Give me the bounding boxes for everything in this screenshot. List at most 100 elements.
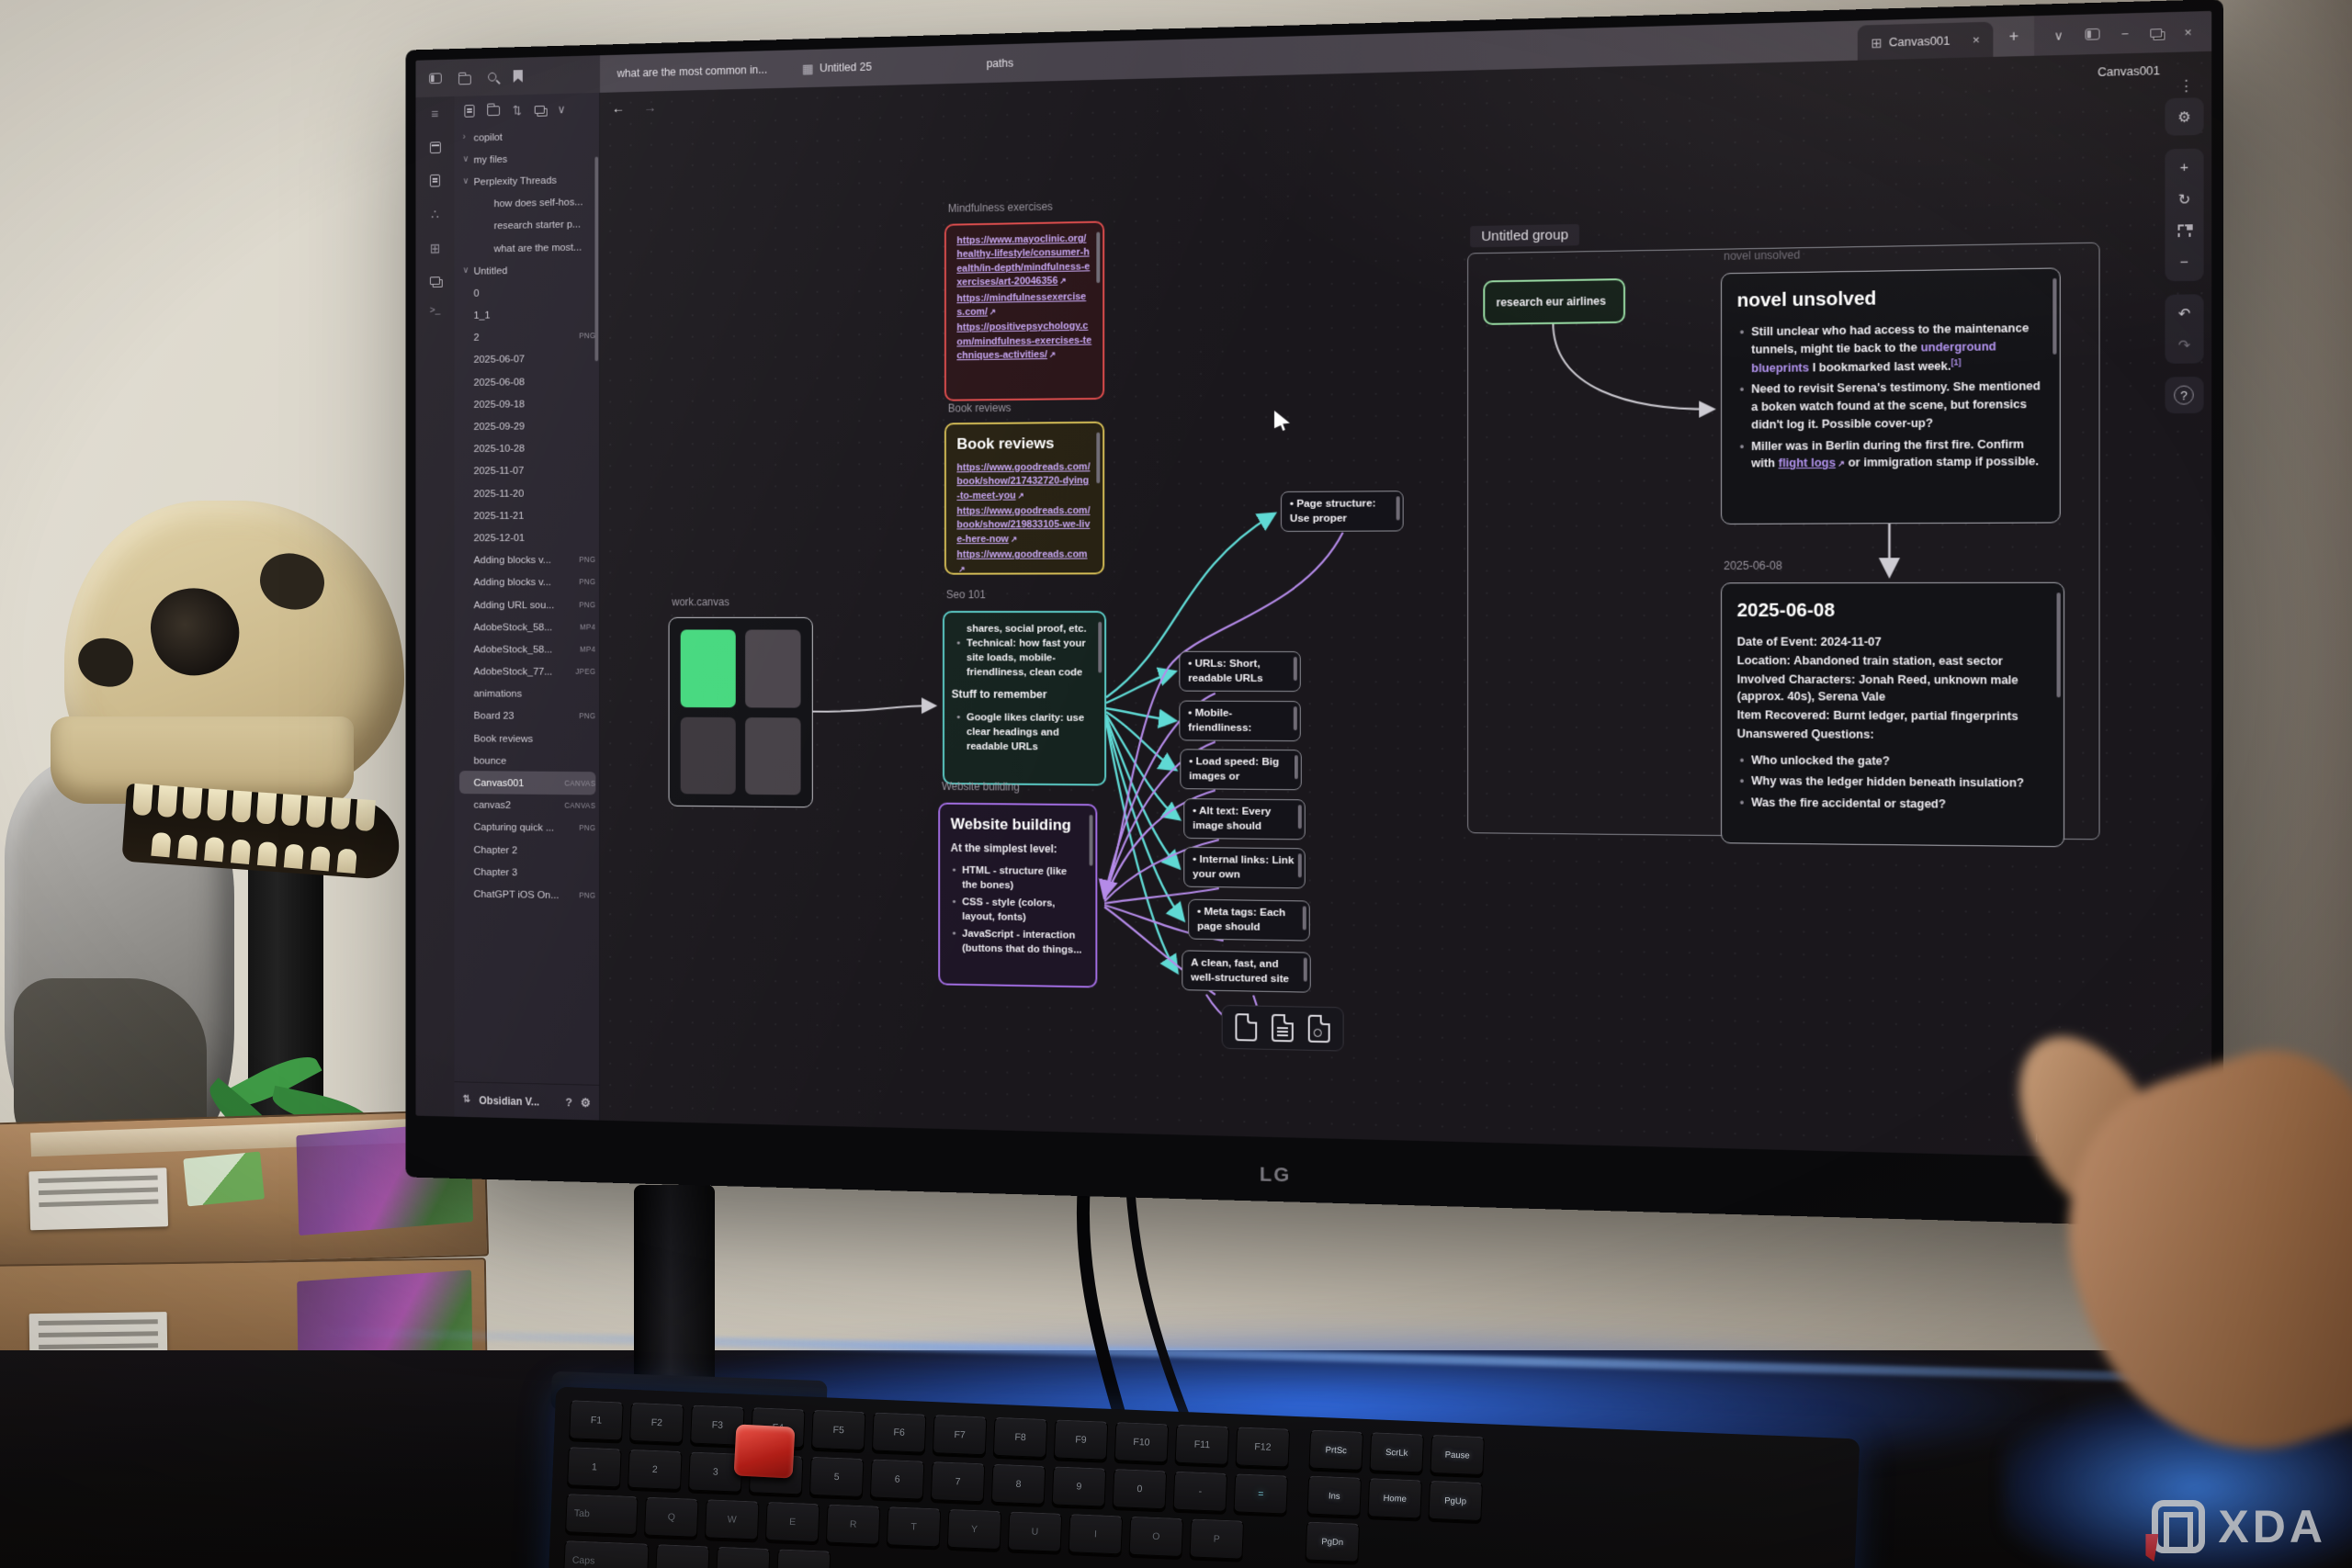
file-item[interactable]: AdobeStock_58... MP4 bbox=[459, 637, 595, 660]
scrollbar[interactable] bbox=[594, 157, 598, 362]
file-item[interactable]: AdobeStock_77... JPEG bbox=[459, 660, 595, 682]
file-item[interactable]: ∨ Perplexity Threads bbox=[459, 168, 595, 193]
terminal-icon[interactable]: >_ bbox=[430, 306, 440, 316]
search-tab-icon[interactable] bbox=[488, 73, 496, 82]
file-item[interactable]: ∨ my files bbox=[459, 145, 595, 171]
chevron-down-icon[interactable]: ∨ bbox=[2054, 28, 2064, 41]
canvas-node-date[interactable]: 2025-06-08 Date of Event: 2024-11-07 Loc… bbox=[1721, 582, 2064, 847]
graph-view-icon[interactable]: ∴ bbox=[431, 208, 439, 221]
footnote-ref[interactable]: [1] bbox=[1951, 357, 1962, 367]
canvas-node-seo101[interactable]: shares, social proof, etc. Technical: ho… bbox=[943, 611, 1106, 785]
canvas-new-icon[interactable]: ⊞ bbox=[430, 243, 440, 256]
file-item[interactable]: Book reviews bbox=[459, 727, 595, 750]
close-window-button[interactable]: × bbox=[2184, 26, 2191, 39]
bookmarks-tab-icon[interactable] bbox=[514, 70, 523, 83]
daily-note-icon[interactable] bbox=[430, 141, 441, 153]
doc-icon[interactable] bbox=[430, 175, 440, 187]
file-item[interactable]: Adding blocks v... PNG bbox=[459, 570, 595, 593]
toggle-right-sidebar-icon[interactable] bbox=[2085, 28, 2099, 40]
more-options-icon[interactable]: ⋮ bbox=[2179, 76, 2194, 94]
file-item[interactable]: 2025-06-08 bbox=[459, 369, 595, 393]
map-node-meta-tags[interactable]: • Meta tags: Each page should bbox=[1188, 899, 1310, 942]
minimize-button[interactable]: − bbox=[2121, 27, 2129, 39]
node-label[interactable]: Seo 101 bbox=[946, 588, 986, 601]
node-label[interactable]: Website building bbox=[942, 780, 1020, 794]
canvas-node-research[interactable]: research eur airlines bbox=[1483, 278, 1625, 325]
vault-updown-icon[interactable]: ⇅ bbox=[463, 1095, 470, 1105]
templates-icon[interactable] bbox=[430, 276, 440, 285]
file-item[interactable]: Chapter 2 bbox=[459, 838, 595, 862]
file-item[interactable]: bounce bbox=[459, 749, 595, 772]
node-label[interactable]: work.canvas bbox=[672, 596, 729, 609]
text-file-icon[interactable] bbox=[1272, 1014, 1294, 1042]
web-link[interactable]: https://positivepsychology.com/mindfulne… bbox=[956, 320, 1091, 364]
web-link[interactable]: https://www.mayoclinic.org/healthy-lifes… bbox=[956, 232, 1091, 290]
file-item[interactable]: 2025-11-20 bbox=[459, 481, 595, 504]
node-scrollbar[interactable] bbox=[1096, 433, 1100, 484]
node-scrollbar[interactable] bbox=[2057, 592, 2061, 697]
canvas-node-website-building[interactable]: Website building At the simplest level: … bbox=[938, 803, 1097, 988]
file-item[interactable]: 2025-09-29 bbox=[459, 414, 595, 438]
group-label[interactable]: Untitled group bbox=[1470, 224, 1579, 247]
blank-file-icon[interactable] bbox=[1235, 1013, 1257, 1041]
file-item[interactable]: 2025-12-01 bbox=[459, 526, 595, 549]
node-scrollbar[interactable] bbox=[2052, 278, 2056, 355]
map-node-clean-site[interactable]: A clean, fast, and well-structured site bbox=[1182, 950, 1310, 992]
canvas-help-button[interactable]: ? bbox=[2174, 386, 2194, 405]
file-item[interactable]: Capturing quick ... PNG bbox=[459, 816, 595, 840]
canvas-node-book-reviews[interactable]: Book reviews https://www.goodreads.com/b… bbox=[944, 422, 1104, 575]
zoom-in-button[interactable]: + bbox=[2168, 152, 2201, 184]
canvas-node-work[interactable] bbox=[669, 617, 813, 807]
reset-zoom-button[interactable]: ↻ bbox=[2168, 183, 2201, 215]
file-item[interactable]: Canvas001 CANVAS bbox=[459, 771, 595, 795]
tab-what-are-the-most[interactable]: what are the most common in... bbox=[600, 51, 785, 93]
node-scrollbar[interactable] bbox=[1098, 622, 1102, 673]
back-icon[interactable]: ← bbox=[612, 101, 625, 117]
canvas-pane[interactable]: ← → Canvas001 ⋮ bbox=[600, 51, 2211, 1161]
file-item[interactable]: Adding URL sou... PNG bbox=[459, 593, 595, 615]
map-node-urls[interactable]: • URLs: Short, readable URLs bbox=[1179, 651, 1300, 692]
file-item[interactable]: 2025-11-07 bbox=[459, 458, 595, 481]
files-tab-icon[interactable] bbox=[458, 74, 471, 85]
file-item[interactable]: ∨ Untitled bbox=[459, 257, 595, 282]
map-node-alt-text[interactable]: • Alt text: Every image should bbox=[1183, 798, 1305, 840]
file-item[interactable]: Board 23 PNG bbox=[459, 705, 595, 728]
canvas-node-mindfulness[interactable]: https://www.mayoclinic.org/healthy-lifes… bbox=[944, 221, 1104, 401]
file-item[interactable]: 2025-06-07 bbox=[459, 347, 595, 371]
node-label[interactable]: Mindfulness exercises bbox=[948, 200, 1053, 215]
file-item[interactable]: › copilot bbox=[459, 123, 595, 149]
tab-canvas001[interactable]: ⊞ Canvas001 × bbox=[1858, 22, 1994, 61]
close-tab-icon[interactable]: × bbox=[1973, 32, 1980, 47]
file-item[interactable]: AdobeStock_58... MP4 bbox=[459, 615, 595, 637]
new-tab-button[interactable]: + bbox=[1994, 16, 2035, 57]
file-item[interactable]: what are the most... bbox=[459, 235, 595, 260]
file-item[interactable]: animations bbox=[459, 682, 595, 705]
file-item[interactable]: how does self-hos... bbox=[459, 190, 595, 215]
web-link[interactable]: flight logs bbox=[1779, 457, 1836, 470]
file-item[interactable]: Adding blocks v... PNG bbox=[459, 548, 595, 571]
file-item[interactable]: research starter p... bbox=[459, 212, 595, 237]
tab-paths[interactable]: paths bbox=[968, 43, 1031, 83]
node-label[interactable]: Book reviews bbox=[948, 401, 1012, 414]
web-link[interactable]: https://mindfulnessexercises.com/↗ bbox=[956, 290, 1091, 321]
file-item[interactable]: 1_1 bbox=[459, 302, 595, 326]
map-node-internal-links[interactable]: • Internal links: Link your own bbox=[1183, 847, 1305, 888]
settings-gear-icon[interactable]: ⚙ bbox=[581, 1097, 591, 1109]
file-nodes-strip[interactable] bbox=[1222, 1005, 1344, 1052]
file-item[interactable]: Chapter 3 bbox=[459, 860, 595, 884]
restore-button[interactable] bbox=[2151, 28, 2163, 38]
node-label[interactable]: novel unsolved bbox=[1724, 248, 1800, 263]
file-item[interactable]: 2025-09-18 bbox=[459, 391, 595, 415]
redo-button[interactable]: ↷ bbox=[2168, 329, 2201, 361]
canvas-settings-button[interactable]: ⚙ bbox=[2168, 100, 2201, 132]
zoom-to-fit-button[interactable] bbox=[2168, 215, 2201, 247]
zoom-out-button[interactable]: − bbox=[2168, 246, 2201, 278]
node-scrollbar[interactable] bbox=[1096, 232, 1100, 284]
image-file-icon[interactable] bbox=[1308, 1015, 1330, 1043]
collapse-all-icon[interactable]: ∨ bbox=[558, 103, 566, 115]
file-item[interactable]: ChatGPT iOS On... PNG bbox=[459, 883, 595, 907]
map-node-load-speed[interactable]: • Load speed: Big images or bbox=[1180, 749, 1301, 790]
sort-icon[interactable]: ⇅ bbox=[513, 104, 522, 116]
map-node-page-structure[interactable]: • Page structure: Use proper bbox=[1281, 491, 1404, 532]
canvas-node-novel-unsolved[interactable]: novel unsolved Still unclear who had acc… bbox=[1721, 267, 2061, 525]
